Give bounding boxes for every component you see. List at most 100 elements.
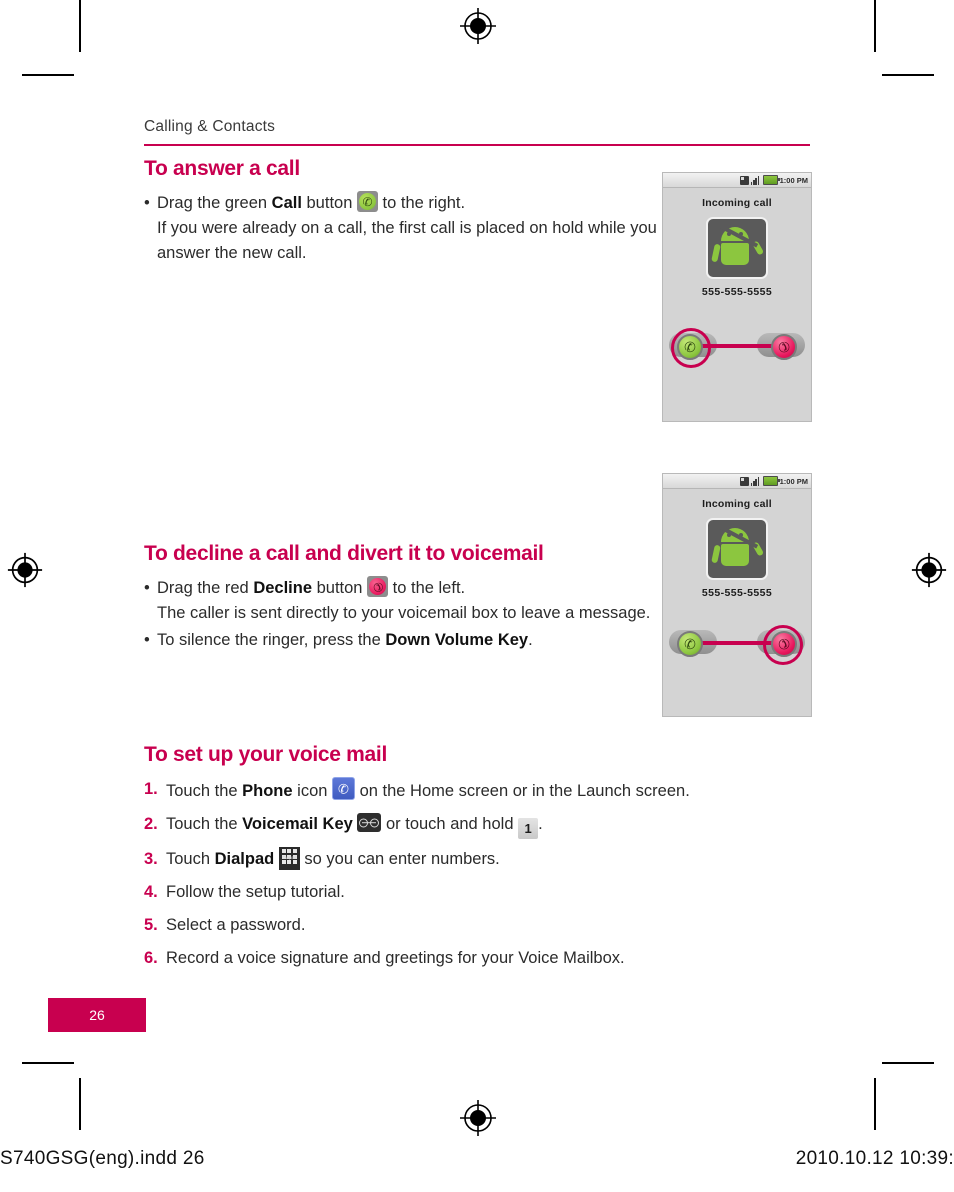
dialpad-icon: Dialpad xyxy=(278,847,300,870)
one-key-icon: 1 xyxy=(518,818,539,839)
step-text-pre: Touch xyxy=(166,850,215,868)
step-body: Follow the setup tutorial. xyxy=(166,883,345,901)
call-button-icon: ✆ xyxy=(356,191,378,212)
sd-card-icon xyxy=(739,476,749,486)
phone-app-icon: ✆ xyxy=(332,777,355,800)
section-title-voicemail-setup: To set up your voice mail xyxy=(144,743,388,766)
step-body: Touch the Voicemail Key or touch and hol… xyxy=(166,812,810,839)
bullet-text-post: to the right. xyxy=(377,194,466,212)
status-time: 1:00 PM xyxy=(779,476,808,486)
incoming-call-label: Incoming call xyxy=(702,498,772,510)
step-number: 2. xyxy=(144,815,158,833)
bullet-body: To silence the ringer, press the Down Vo… xyxy=(157,628,669,653)
step-number: 6. xyxy=(144,949,158,967)
sd-card-icon xyxy=(739,175,749,185)
bullet-text-bold: Decline xyxy=(253,579,313,597)
bullet-text-mid: button xyxy=(301,194,357,212)
decline-button-icon: ✆ xyxy=(367,576,389,597)
running-head: Calling & Contacts xyxy=(144,118,276,135)
bullet-body: Drag the green Call button ✆ to the righ… xyxy=(157,191,664,266)
step-text-post: on the Home screen or in the Launch scre… xyxy=(355,782,690,800)
bullet-text-bold: Call xyxy=(271,194,302,212)
registration-mark-bottom xyxy=(460,1100,496,1136)
dialpad-icon-label: Dialpad xyxy=(282,855,297,860)
list-item: • To silence the ringer, press the Down … xyxy=(144,628,669,653)
call-slider[interactable]: ✆ ✆ xyxy=(663,325,811,368)
list-item: • Drag the red Decline button ✆ to the l… xyxy=(144,576,669,626)
decline-call-knob[interactable]: ✆ xyxy=(771,334,797,360)
highlight-ring-answer xyxy=(671,328,711,368)
bullet-dot: • xyxy=(144,631,150,649)
caller-avatar xyxy=(706,217,768,279)
header-rule xyxy=(144,144,810,146)
step-number: 1. xyxy=(144,780,158,798)
bullet-text-pre: To silence the ringer, press the xyxy=(157,631,386,649)
list-item: 6. Record a voice signature and greeting… xyxy=(144,946,810,971)
step-number: 3. xyxy=(144,850,158,868)
highlight-ring-decline xyxy=(763,625,803,665)
incoming-call-label: Incoming call xyxy=(702,197,772,209)
step-text-post: or touch and hold xyxy=(381,815,519,833)
phone-status-bar: 1:00 PM xyxy=(663,474,811,489)
printer-footer-timestamp: 2010.10.12 10:39: xyxy=(795,1148,954,1169)
crop-mark-top-right-horizontal xyxy=(882,74,934,76)
decline-call-bullet-list: • Drag the red Decline button ✆ to the l… xyxy=(144,576,669,653)
list-item: 5. Select a password. xyxy=(144,913,810,938)
step-body: Touch Dialpad Dialpad so you can enter n… xyxy=(166,847,810,872)
phone-status-bar: 1:00 PM xyxy=(663,173,811,188)
battery-icon xyxy=(762,175,780,185)
status-time: 1:00 PM xyxy=(779,175,808,185)
bullet-text-mid: button xyxy=(312,579,368,597)
bullet-text-pre: Drag the green xyxy=(157,194,272,212)
signal-bars-icon xyxy=(750,476,761,486)
caller-avatar xyxy=(706,518,768,580)
registration-mark-left xyxy=(7,552,43,588)
voicemail-key-icon xyxy=(357,813,382,832)
list-item: 4. Follow the setup tutorial. xyxy=(144,880,810,905)
step-body: Touch the Phone icon ✆ on the Home scree… xyxy=(166,777,810,804)
signal-bars-icon xyxy=(750,175,761,185)
printer-footer-filename: S740GSG(eng).indd 26 xyxy=(0,1148,205,1169)
bullet-text-post: to the left. xyxy=(388,579,466,597)
answer-call-knob[interactable]: ✆ xyxy=(677,631,703,657)
step-number: 5. xyxy=(144,916,158,934)
decline-call-screenshot: 1:00 PM Incoming call 555-555-5555 ✆ ✆ xyxy=(662,473,812,717)
bullet-text-continuation: If you were already on a call, the first… xyxy=(157,219,657,262)
caller-number: 555-555-5555 xyxy=(701,286,773,298)
crop-mark-bottom-left-horizontal xyxy=(22,1062,74,1064)
bullet-dot: • xyxy=(144,194,150,212)
bullet-text-bold: Down Volume Key xyxy=(385,631,529,649)
step-text-pre: Touch the xyxy=(166,782,243,800)
crop-mark-top-left-vertical xyxy=(79,0,81,52)
answer-call-bullet-list: • Drag the green Call button ✆ to the ri… xyxy=(144,191,664,266)
call-slider[interactable]: ✆ ✆ xyxy=(663,622,811,665)
step-text-post2: . xyxy=(538,815,543,833)
step-text-bold: Phone xyxy=(242,782,293,800)
crop-mark-top-right-vertical xyxy=(874,0,876,52)
step-body: Select a password. xyxy=(166,916,306,934)
crop-mark-bottom-right-vertical xyxy=(874,1078,876,1130)
list-item: 1. Touch the Phone icon ✆ on the Home sc… xyxy=(144,777,810,804)
battery-icon xyxy=(762,476,780,486)
step-text-bold: Dialpad xyxy=(214,850,275,868)
page-number: 26 xyxy=(48,998,146,1032)
registration-mark-right xyxy=(911,552,947,588)
bullet-text-pre: Drag the red xyxy=(157,579,254,597)
registration-mark-top xyxy=(460,8,496,44)
step-text-mid: icon xyxy=(292,782,332,800)
bullet-dot: • xyxy=(144,579,150,597)
list-item: 2. Touch the Voicemail Key or touch and … xyxy=(144,812,810,839)
crop-mark-bottom-right-horizontal xyxy=(882,1062,934,1064)
list-item: • Drag the green Call button ✆ to the ri… xyxy=(144,191,664,266)
step-text-pre: Touch the xyxy=(166,815,243,833)
step-number: 4. xyxy=(144,883,158,901)
crop-mark-bottom-left-vertical xyxy=(79,1078,81,1130)
list-item: 3. Touch Dialpad Dialpad so you can ente… xyxy=(144,847,810,872)
crop-mark-top-left-horizontal xyxy=(22,74,74,76)
step-text-post: so you can enter numbers. xyxy=(299,850,500,868)
answer-call-screenshot: 1:00 PM Incoming call 555-555-5555 ✆ ✆ xyxy=(662,172,812,422)
caller-number: 555-555-5555 xyxy=(701,587,773,599)
bullet-text-continuation: The caller is sent directly to your voic… xyxy=(157,604,651,622)
voicemail-steps-list: 1. Touch the Phone icon ✆ on the Home sc… xyxy=(144,777,810,971)
bullet-text-post: . xyxy=(528,631,533,649)
